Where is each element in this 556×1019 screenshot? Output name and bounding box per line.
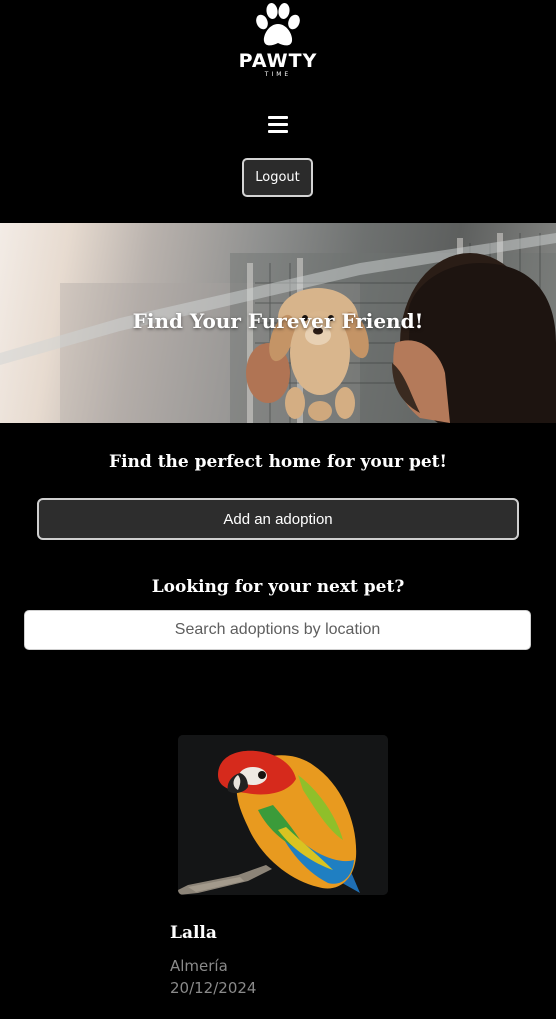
hero-banner: Find Your Furever Friend! — [0, 223, 556, 423]
tagline: Find the perfect home for your pet! — [109, 452, 447, 472]
parrot-image — [178, 735, 388, 895]
site-logo[interactable]: PAWTY TIME — [0, 0, 556, 79]
adoption-card[interactable]: Lalla Almería 20/12/2024 — [170, 735, 390, 997]
search-location-input[interactable] — [24, 610, 531, 650]
logo-subtext: TIME — [264, 71, 292, 78]
add-adoption-button[interactable]: Add an adoption — [37, 498, 519, 540]
adoption-date: 20/12/2024 — [170, 979, 257, 997]
hero-title: Find Your Furever Friend! — [132, 309, 424, 333]
menu-bar — [268, 116, 288, 119]
adoption-image[interactable] — [178, 735, 388, 895]
adoption-location: Almería — [170, 957, 228, 975]
adoption-name: Lalla — [170, 923, 217, 943]
hamburger-menu-icon[interactable] — [268, 116, 288, 133]
logout-button[interactable]: Logout — [242, 158, 313, 197]
page: PAWTY TIME Logout Find Your Furever Frie… — [0, 0, 556, 1019]
menu-bar — [268, 130, 288, 133]
paw-icon — [256, 3, 300, 46]
site-header: PAWTY TIME Logout — [0, 0, 556, 223]
menu-bar — [268, 123, 288, 126]
search-heading: Looking for your next pet? — [151, 577, 405, 597]
logo-text: PAWTY — [238, 50, 318, 72]
